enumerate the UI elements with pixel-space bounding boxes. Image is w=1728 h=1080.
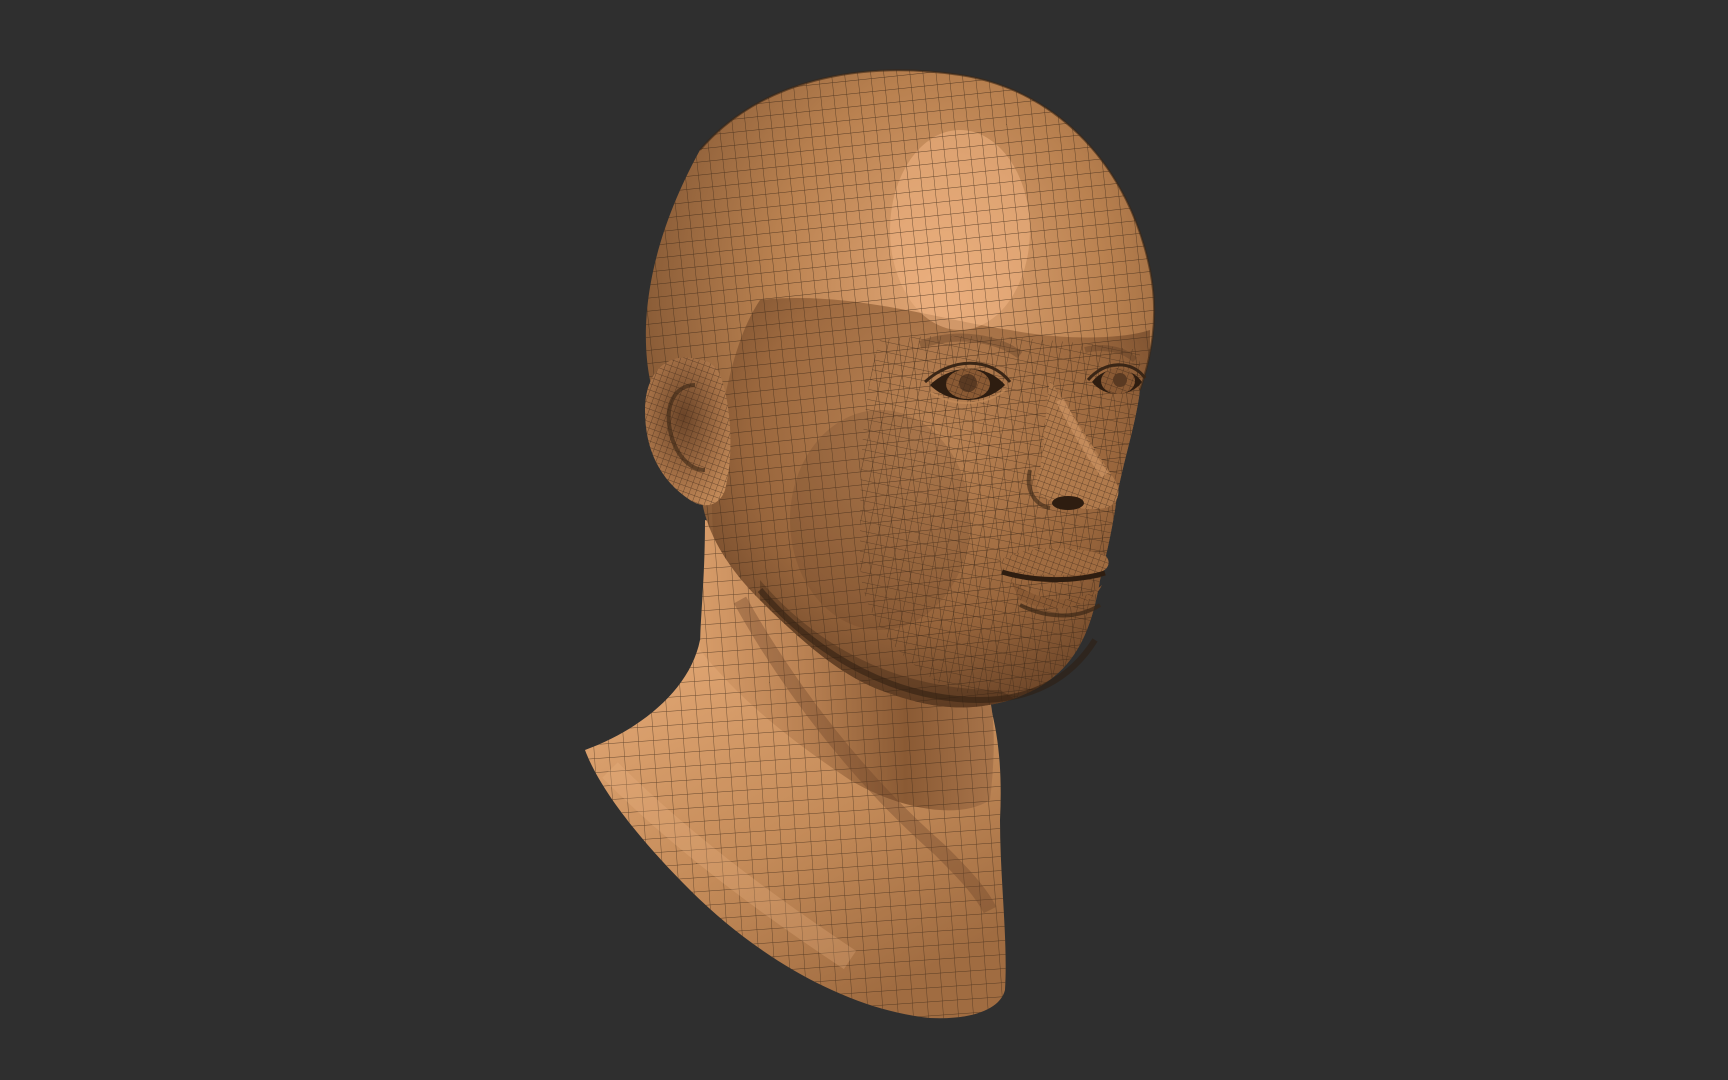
model-canvas[interactable]: [0, 0, 1728, 1080]
3d-viewport[interactable]: [0, 0, 1728, 1080]
head-mesh: [645, 69, 1156, 708]
ear-mesh: [645, 357, 731, 506]
